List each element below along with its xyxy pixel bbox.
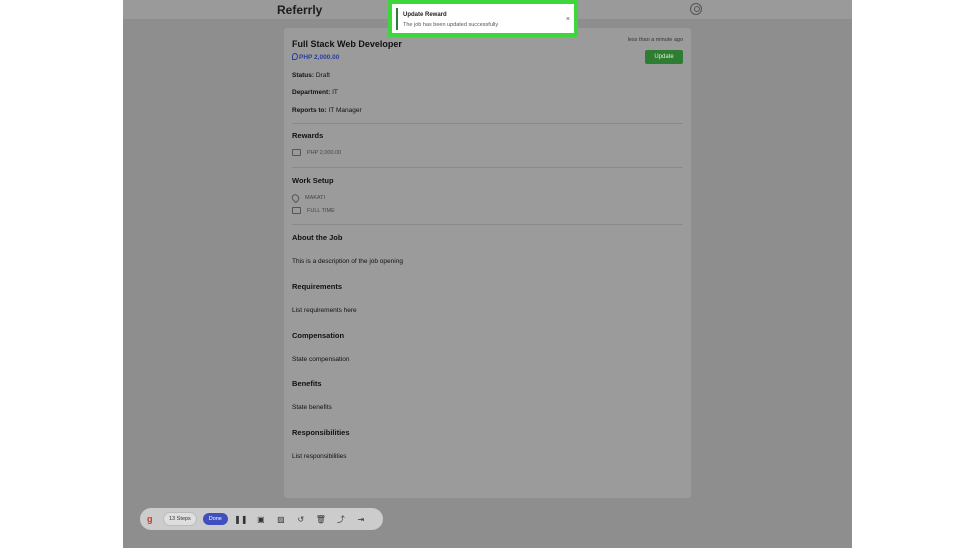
- department-field: Department: IT: [292, 89, 338, 96]
- recorder-logo-icon: g: [147, 514, 153, 524]
- app-viewport: Referrly Full Stack Web Developer PHP 2,…: [123, 0, 852, 548]
- benefits-text: State benefits: [292, 404, 332, 411]
- job-detail-card: Full Stack Web Developer PHP 2,000.00 le…: [284, 28, 691, 498]
- image-icon[interactable]: ▨: [274, 512, 288, 526]
- reports-to-field: Reports to: IT Manager: [292, 107, 362, 114]
- divider: [292, 167, 683, 168]
- pause-icon[interactable]: ❚❚: [234, 512, 248, 526]
- department-label: Department:: [292, 89, 331, 96]
- status-field: Status: Draft: [292, 72, 330, 79]
- updated-timestamp: less than a minute ago: [627, 37, 683, 43]
- toast-accent-bar: [396, 8, 398, 30]
- reports-value: IT Manager: [328, 107, 362, 114]
- user-avatar-icon[interactable]: [690, 3, 702, 15]
- skip-icon[interactable]: ⇥: [354, 512, 368, 526]
- trash-icon[interactable]: 🗑: [314, 512, 328, 526]
- success-toast: Update Reward The job has been updated s…: [388, 0, 578, 37]
- location-value: MAKATI: [305, 195, 326, 201]
- brand-logo[interactable]: Referrly: [277, 3, 322, 17]
- work-setup-title: Work Setup: [292, 176, 334, 185]
- share-icon[interactable]: ⤴: [334, 512, 348, 526]
- requirements-text: List requirements here: [292, 307, 357, 314]
- status-value: Draft: [315, 72, 330, 79]
- compensation-text: State compensation: [292, 356, 350, 363]
- compensation-title: Compensation: [292, 331, 345, 340]
- location-pin-icon: [290, 192, 301, 204]
- price-tag-icon: [292, 53, 298, 60]
- done-button[interactable]: Done: [202, 513, 228, 525]
- job-price-value: PHP 2,000.00: [299, 54, 340, 61]
- recorder-toolbar: g 13 Steps Done ❚❚ ▣ ▨ ↺ 🗑 ⤴ ⇥: [140, 508, 383, 530]
- about-text: This is a description of the job opening: [292, 258, 403, 265]
- reward-amount: PHP 2,000.00: [307, 149, 342, 156]
- about-title: About the Job: [292, 233, 343, 242]
- toast-message: The job has been updated successfully: [403, 22, 499, 28]
- job-price: PHP 2,000.00: [292, 53, 339, 61]
- close-icon[interactable]: ×: [566, 16, 570, 23]
- rewards-title: Rewards: [292, 131, 324, 140]
- update-button[interactable]: Update: [645, 50, 683, 64]
- undo-icon[interactable]: ↺: [294, 512, 308, 526]
- reward-row: PHP 2,000.00: [292, 149, 341, 156]
- benefits-title: Benefits: [292, 379, 322, 388]
- job-title: Full Stack Web Developer: [292, 39, 402, 49]
- divider: [292, 123, 683, 124]
- steps-counter[interactable]: 13 Steps: [163, 512, 197, 526]
- reports-label: Reports to:: [292, 107, 327, 114]
- divider: [292, 224, 683, 225]
- department-value: IT: [332, 89, 338, 96]
- location-row: MAKATI: [290, 192, 326, 204]
- employment-type-row: FULL TIME: [292, 207, 335, 214]
- money-icon: [292, 149, 301, 156]
- employment-type-value: FULL TIME: [307, 207, 335, 214]
- status-label: Status:: [292, 72, 315, 79]
- toast-title: Update Reward: [403, 12, 447, 18]
- responsibilities-title: Responsibilities: [292, 428, 350, 437]
- stop-icon[interactable]: ▣: [254, 512, 268, 526]
- briefcase-icon: [292, 207, 301, 214]
- requirements-title: Requirements: [292, 282, 343, 291]
- responsibilities-text: List responsibilities: [292, 453, 347, 460]
